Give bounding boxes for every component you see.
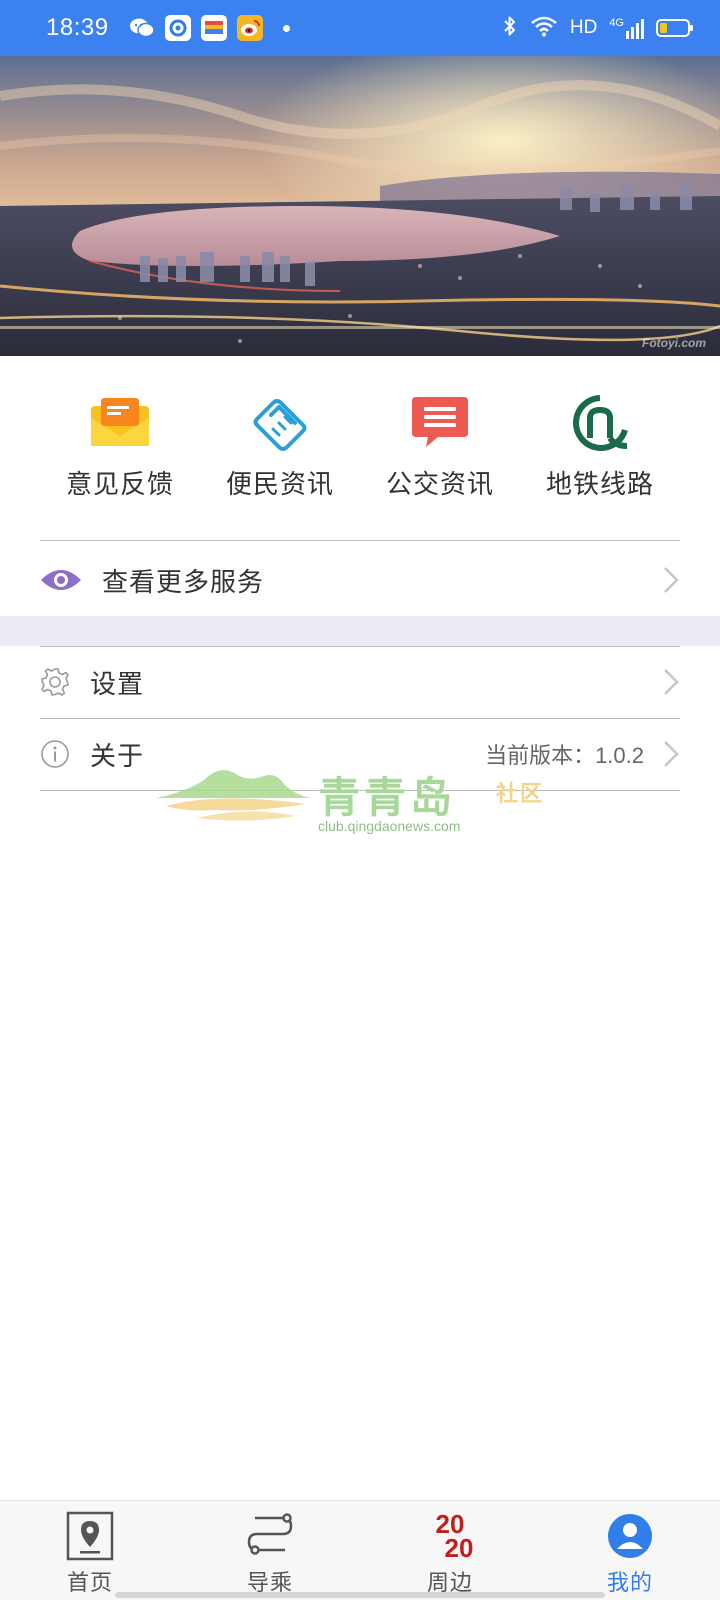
tab-guide[interactable]: 导乘 bbox=[180, 1501, 360, 1600]
settings-row[interactable]: 设置 bbox=[40, 654, 680, 710]
tab-home[interactable]: 首页 bbox=[0, 1501, 180, 1600]
tab-label: 我的 bbox=[606, 1571, 653, 1596]
about-label: 关于 bbox=[90, 741, 145, 772]
more-services-row[interactable]: 查看更多服务 bbox=[40, 552, 680, 608]
tab-mine[interactable]: 我的 bbox=[540, 1501, 720, 1600]
weibo-icon bbox=[236, 15, 263, 41]
service-label: 意见反馈 bbox=[65, 470, 174, 500]
service-convenience-info[interactable]: 便民资讯 bbox=[200, 392, 360, 501]
network-type: HD bbox=[569, 17, 598, 38]
watermark-url: club.qingdaonews.com bbox=[318, 818, 461, 834]
year-badge-bottom: 20 bbox=[444, 1533, 474, 1563]
chat-bubble-icon bbox=[407, 392, 473, 454]
status-app-icons bbox=[129, 15, 290, 41]
settings-label: 设置 bbox=[90, 669, 145, 700]
feedback-envelope-icon bbox=[87, 392, 153, 454]
section-separator bbox=[0, 616, 720, 646]
chevron-right-icon bbox=[664, 669, 679, 695]
status-system-icons: HD 4G bbox=[502, 15, 693, 42]
year-2020-icon: 20 20 bbox=[423, 1509, 477, 1563]
service-metro-lines[interactable]: 地铁线路 bbox=[520, 392, 680, 501]
city-skyline-image bbox=[0, 56, 720, 356]
wechat-icon bbox=[129, 15, 155, 41]
eye-icon bbox=[40, 565, 82, 595]
route-icon bbox=[243, 1509, 297, 1563]
notification-dot bbox=[282, 24, 290, 32]
divider bbox=[40, 540, 680, 541]
quick-services: 意见反馈 便民资讯 公交资讯 地铁线路 bbox=[40, 392, 680, 501]
about-row[interactable]: 关于 当前版本：1.0.2 bbox=[40, 726, 680, 782]
cellular-signal-icon: 4G bbox=[609, 17, 644, 39]
service-feedback[interactable]: 意见反馈 bbox=[40, 392, 200, 501]
gear-icon bbox=[40, 667, 70, 697]
metro-logo-icon bbox=[567, 392, 633, 454]
service-label: 公交资讯 bbox=[385, 470, 494, 500]
bottom-tab-bar: 首页 导乘 20 20 周边 我的 bbox=[0, 1500, 720, 1600]
status-time: 18:39 bbox=[46, 14, 109, 41]
divider bbox=[40, 790, 680, 791]
more-services-label: 查看更多服务 bbox=[102, 567, 265, 598]
battery-level bbox=[660, 23, 667, 33]
divider bbox=[40, 646, 680, 647]
battery-icon bbox=[656, 19, 693, 37]
chevron-right-icon bbox=[664, 741, 679, 767]
user-icon bbox=[603, 1509, 657, 1563]
info-icon bbox=[40, 739, 70, 769]
map-pin-icon bbox=[63, 1509, 117, 1563]
hero-watermark: Fotoyi.com bbox=[641, 336, 706, 350]
cellular-type: 4G bbox=[609, 17, 624, 29]
divider bbox=[40, 718, 680, 719]
status-bar: 18:39 HD 4G bbox=[0, 0, 720, 56]
chevron-right-icon bbox=[664, 567, 679, 593]
tab-label: 首页 bbox=[66, 1571, 113, 1596]
service-label: 地铁线路 bbox=[545, 470, 654, 500]
app-circle-icon bbox=[164, 15, 191, 41]
bluetooth-icon bbox=[502, 15, 518, 42]
service-bus-info[interactable]: 公交资讯 bbox=[360, 392, 520, 501]
handshake-icon bbox=[247, 392, 313, 454]
hero-banner: Fotoyi.com bbox=[0, 56, 720, 356]
tab-nearby[interactable]: 20 20 周边 bbox=[360, 1501, 540, 1600]
service-label: 便民资讯 bbox=[225, 470, 334, 500]
wifi-icon bbox=[530, 15, 558, 42]
app-screen: 18:39 HD 4G Fotoyi.com 意见反馈 便民资讯 公交资讯 地铁… bbox=[0, 0, 720, 1600]
version-text: 当前版本：1.0.2 bbox=[485, 743, 644, 768]
wallet-icon bbox=[200, 15, 227, 41]
home-indicator bbox=[115, 1592, 605, 1598]
